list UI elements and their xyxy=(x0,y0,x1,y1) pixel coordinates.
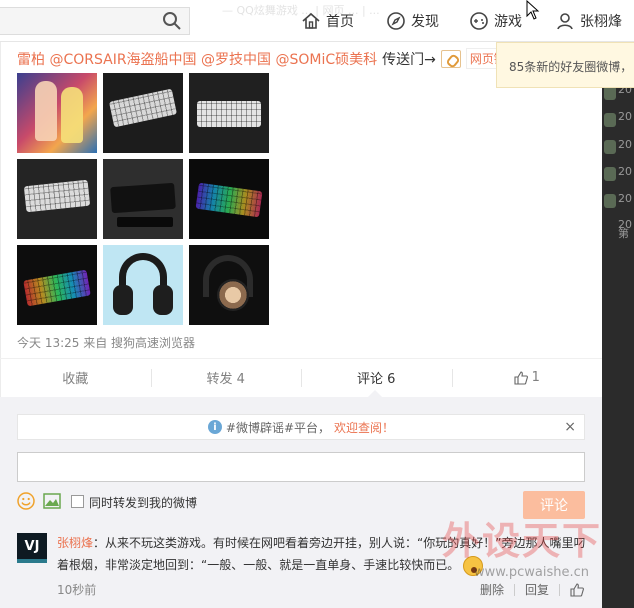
strip-label: 第 xyxy=(618,227,629,240)
gamepad-icon xyxy=(470,12,488,30)
comment-time: 10秒前 xyxy=(57,583,97,597)
nav-games-label: 游戏 xyxy=(494,14,522,30)
site-watermark: 外设天下 xyxy=(442,518,603,563)
like-button[interactable]: 1 xyxy=(451,359,603,396)
rgb-keyboard-dark-photo[interactable] xyxy=(189,159,269,239)
emoji-icon[interactable] xyxy=(17,492,35,510)
nav-profile-label: 张栩烽 xyxy=(580,14,622,30)
thumbs-up-icon xyxy=(514,370,528,385)
reply-button[interactable]: 回复 xyxy=(525,581,549,598)
strip-marker xyxy=(604,140,616,154)
comment-author[interactable]: 张栩烽 xyxy=(57,536,93,550)
mouse-cursor-icon xyxy=(526,0,540,20)
nav-home-label: 首页 xyxy=(326,14,354,30)
white-keyboard-closeup-photo[interactable] xyxy=(189,73,269,153)
repost-button[interactable]: 转发 4 xyxy=(150,359,302,396)
delete-button[interactable]: 删除 xyxy=(480,581,504,598)
strip-marker xyxy=(604,194,616,208)
info-icon: i xyxy=(207,420,222,434)
strip-year: 20 xyxy=(618,138,632,151)
rumor-notice[interactable]: i #微博辟谣#平台， 欢迎查阅！ × xyxy=(17,414,585,440)
black-headphones-photo[interactable] xyxy=(103,245,183,325)
divider xyxy=(559,583,561,596)
strip-marker xyxy=(604,167,616,181)
anime-game-photo[interactable] xyxy=(17,73,97,153)
strip-year: 20 xyxy=(618,192,632,205)
favorite-button[interactable]: 收藏 xyxy=(0,359,151,396)
new-posts-tooltip[interactable]: 85条新的好友圈微博， xyxy=(496,42,634,88)
gold-headphones-photo[interactable] xyxy=(189,245,269,325)
strip-year: 20 xyxy=(618,110,632,123)
comment-actions: 删除 回复 xyxy=(480,581,584,598)
nav-profile[interactable]: 张栩烽 xyxy=(555,10,622,32)
favorite-label: 收藏 xyxy=(62,372,89,387)
rgb-keyboard-photo[interactable] xyxy=(17,245,97,325)
home-icon xyxy=(302,12,320,29)
image-icon[interactable] xyxy=(43,493,61,509)
nav-home[interactable]: 首页 xyxy=(301,10,354,32)
repost-checkbox[interactable] xyxy=(71,495,84,508)
black-keyboard-photo[interactable] xyxy=(103,159,183,239)
nav-games[interactable]: 游戏 xyxy=(469,10,522,32)
nav-discover[interactable]: 发现 xyxy=(386,10,439,32)
post-link-prefix: 传送门→ xyxy=(382,51,436,68)
comment-input[interactable] xyxy=(17,452,585,482)
close-icon[interactable]: × xyxy=(564,419,576,435)
notice-text: #微博辟谣#平台， xyxy=(225,420,331,435)
post-action-bar: 收藏 转发 4 评论 6 1 xyxy=(0,358,602,396)
strip-marker xyxy=(604,86,616,100)
post-text: 雷柏 @CORSAIR海盗船中国 @罗技中国 @SOMiC硕美科 传送门→ 网页… xyxy=(17,48,510,69)
thumbs-up-icon[interactable] xyxy=(570,582,584,597)
avatar[interactable]: VJ xyxy=(17,533,47,563)
comment-tab-indicator xyxy=(368,390,382,397)
strip-marker xyxy=(604,113,616,127)
post-meta: 今天 13:25 来自 搜狗高速浏览器 xyxy=(17,336,196,350)
compass-icon xyxy=(387,12,405,30)
search-icon[interactable] xyxy=(162,11,182,31)
strip-year: 20 xyxy=(618,165,632,178)
notice-link[interactable]: 欢迎查阅！ xyxy=(334,419,394,436)
white-keyboard-photo[interactable] xyxy=(103,73,183,153)
repost-checkbox-label: 同时转发到我的微博 xyxy=(89,496,198,510)
white-keyboard-angled-photo[interactable] xyxy=(17,159,97,239)
like-count: 1 xyxy=(531,370,540,385)
nav-discover-label: 发现 xyxy=(411,14,439,30)
link-icon[interactable] xyxy=(440,49,461,68)
user-icon xyxy=(557,13,573,30)
divider xyxy=(514,583,516,596)
repost-label: 转发 4 xyxy=(206,372,245,387)
post-mentions[interactable]: 雷柏 @CORSAIR海盗船中国 @罗技中国 @SOMiC硕美科 xyxy=(17,49,377,69)
comment-label: 评论 6 xyxy=(357,372,396,387)
site-watermark-url: www.pcwaishe.cn xyxy=(474,565,589,580)
